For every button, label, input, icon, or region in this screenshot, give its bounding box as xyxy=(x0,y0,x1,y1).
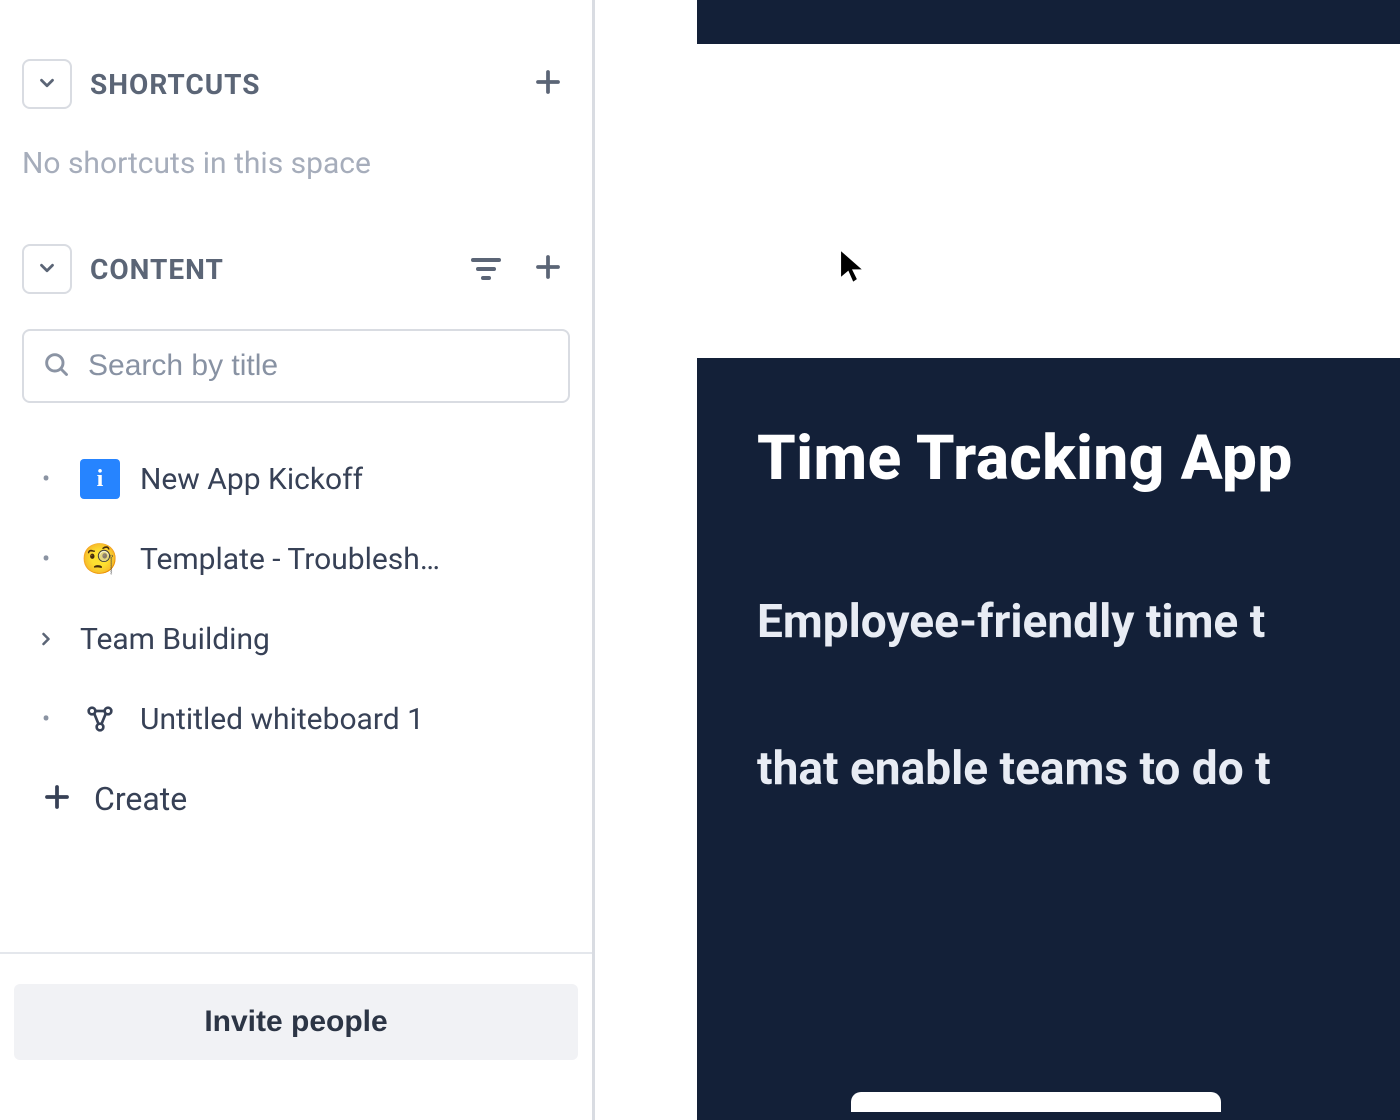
info-icon: i xyxy=(80,459,120,499)
invite-people-button[interactable]: Invite people xyxy=(14,984,578,1060)
shortcuts-expander[interactable] xyxy=(22,59,72,109)
tree-item-label: New App Kickoff xyxy=(140,462,363,497)
hero-top-strip xyxy=(697,0,1400,44)
shortcuts-header: SHORTCUTS xyxy=(22,56,570,112)
cursor-icon xyxy=(839,250,861,280)
add-content-button[interactable] xyxy=(526,247,570,291)
hero-cta-placeholder xyxy=(851,1092,1221,1112)
chevron-down-icon xyxy=(36,72,58,97)
search-icon xyxy=(42,350,70,382)
tree-item-label: Team Building xyxy=(80,622,270,657)
tree-item-untitled-whiteboard[interactable]: • Untitled whiteboard 1 xyxy=(32,679,570,759)
content-search[interactable] xyxy=(22,329,570,403)
add-shortcut-button[interactable] xyxy=(526,62,570,106)
plus-icon xyxy=(533,252,563,286)
tree-item-label: Untitled whiteboard 1 xyxy=(140,702,424,737)
shortcuts-empty-text: No shortcuts in this space xyxy=(22,146,570,181)
hero-subtitle-line2: that enable teams to do t xyxy=(757,742,1400,797)
tree-item-template-troubleshoot[interactable]: • 🧐 Template - Troublesh… xyxy=(32,519,570,599)
sidebar-footer: Invite people xyxy=(0,952,592,1120)
content-header: CONTENT xyxy=(22,241,570,297)
main-content: Time Tracking App Employee-friendly time… xyxy=(595,0,1400,1120)
tree-item-team-building[interactable]: Team Building xyxy=(32,599,570,679)
content-filter-button[interactable] xyxy=(464,247,508,291)
tree-item-new-app-kickoff[interactable]: • i New App Kickoff xyxy=(32,439,570,519)
bullet-icon: • xyxy=(32,545,60,573)
create-label: Create xyxy=(94,780,187,818)
content-title: CONTENT xyxy=(90,253,224,286)
content-search-input[interactable] xyxy=(88,349,550,383)
hero-panel: Time Tracking App Employee-friendly time… xyxy=(697,358,1400,1120)
sidebar: SHORTCUTS No shortcuts in this space xyxy=(0,0,595,1120)
hero-title: Time Tracking App xyxy=(757,422,1400,495)
filter-icon xyxy=(471,258,501,280)
create-button[interactable]: Create xyxy=(32,759,570,839)
chevron-down-icon xyxy=(36,257,58,282)
chevron-right-icon xyxy=(32,629,60,649)
shortcuts-title: SHORTCUTS xyxy=(90,68,261,101)
bullet-icon: • xyxy=(32,465,60,493)
bullet-icon: • xyxy=(32,705,60,733)
face-monocle-icon: 🧐 xyxy=(80,539,120,579)
content-expander[interactable] xyxy=(22,244,72,294)
tree-item-label: Template - Troublesh… xyxy=(140,542,440,577)
plus-icon xyxy=(533,67,563,101)
whiteboard-icon xyxy=(80,699,120,739)
hero-subtitle-line1: Employee-friendly time t xyxy=(757,595,1400,650)
content-tree: • i New App Kickoff • 🧐 Template - Troub… xyxy=(22,439,570,839)
plus-icon xyxy=(42,782,72,816)
